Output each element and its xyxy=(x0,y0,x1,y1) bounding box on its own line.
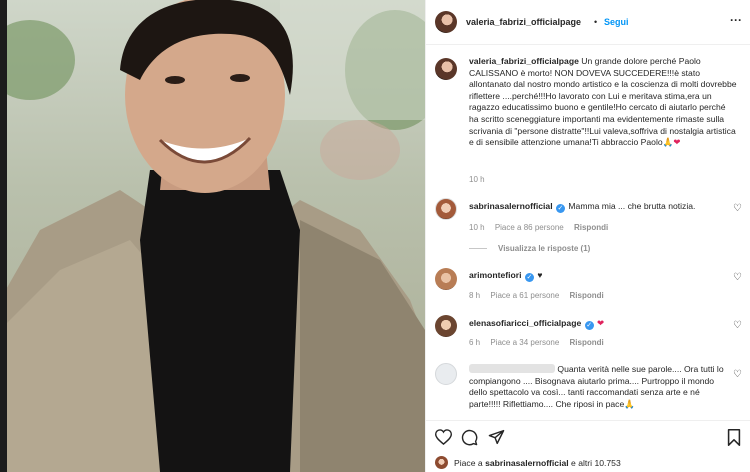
comment-icon[interactable] xyxy=(461,429,478,446)
reply-button[interactable]: Rispondi xyxy=(574,223,608,232)
reply-button[interactable]: Rispondi xyxy=(570,291,604,300)
caption-text: Un grande dolore perché Paolo CALISSANO … xyxy=(469,56,737,148)
comment-item: sabrinasalernofficial ✓ Mamma mia ... ch… xyxy=(469,201,719,213)
comment-avatar[interactable] xyxy=(435,363,457,385)
comment-heart-icon[interactable]: ♡ xyxy=(733,320,742,331)
comment-time[interactable]: 10 h xyxy=(469,223,485,232)
reply-button[interactable]: Rispondi xyxy=(570,338,604,347)
verified-badge-icon: ✓ xyxy=(555,204,565,213)
author-avatar[interactable] xyxy=(435,11,457,33)
verified-badge-icon: ✓ xyxy=(584,321,594,330)
comment-text: ♥ xyxy=(537,270,543,280)
instagram-post-modal: valeria_fabrizi_officialpage • Segui ···… xyxy=(0,0,750,472)
prayer-hands-icon: 🙏 xyxy=(662,137,674,148)
comment-heart-icon[interactable]: ♡ xyxy=(733,369,742,380)
comment-avatar[interactable] xyxy=(435,315,457,337)
likes-prefix: Piace a xyxy=(454,458,483,468)
post-side-panel: valeria_fabrizi_officialpage • Segui ···… xyxy=(425,0,750,472)
comment-username[interactable]: elenasofiaricci_officialpage xyxy=(469,318,581,328)
author-username[interactable]: valeria_fabrizi_officialpage xyxy=(466,17,581,27)
comment-item: arimontefiori ✓ ♥ xyxy=(469,270,719,282)
comment-time[interactable]: 6 h xyxy=(469,338,480,347)
comment-heart-icon[interactable]: ♡ xyxy=(733,272,742,283)
view-replies-button[interactable]: Visualizza le risposte (1) xyxy=(498,244,590,253)
red-heart-icon: ❤ xyxy=(597,318,605,328)
comment-avatar[interactable] xyxy=(435,268,457,290)
comment-likes[interactable]: Piace a 34 persone xyxy=(490,338,559,347)
more-options-icon[interactable]: ··· xyxy=(730,13,742,27)
comment-avatar[interactable] xyxy=(435,198,457,220)
heart-icon[interactable] xyxy=(435,429,452,445)
comment-time[interactable]: 8 h xyxy=(469,291,480,300)
share-icon[interactable] xyxy=(488,429,505,445)
liker-avatar[interactable] xyxy=(435,456,448,469)
likes-user[interactable]: sabrinasalernofficial xyxy=(485,458,569,468)
post-header: valeria_fabrizi_officialpage • Segui ··· xyxy=(426,0,750,45)
comment-meta: 6 h Piace a 34 persone Rispondi xyxy=(469,338,612,347)
comment-likes[interactable]: Piace a 86 persone xyxy=(495,223,564,232)
comment-item: Quanta verità nelle sue parole.... Ora t… xyxy=(469,364,731,410)
likes-summary: Piace a sabrinasalernofficial e altri 10… xyxy=(454,458,621,468)
comment-heart-icon[interactable]: ♡ xyxy=(733,203,742,214)
caption-time[interactable]: 10 h xyxy=(469,175,485,184)
verified-badge-icon: ✓ xyxy=(524,273,534,282)
comment-text: Mamma mia ... che brutta notizia. xyxy=(568,201,696,211)
post-caption: valeria_fabrizi_officialpage Un grande d… xyxy=(469,56,737,149)
comment-item: elenasofiaricci_officialpage ✓ ❤ xyxy=(469,318,719,330)
photo-edge xyxy=(0,0,7,472)
redacted-username xyxy=(469,364,555,373)
comment-username[interactable]: sabrinasalernofficial xyxy=(469,201,553,211)
prayer-hands-icon: 🙏 xyxy=(624,398,635,409)
comment-meta: 8 h Piace a 61 persone Rispondi xyxy=(469,291,612,300)
follow-button[interactable]: Segui xyxy=(604,17,629,27)
likes-suffix[interactable]: e altri 10.753 xyxy=(571,458,621,468)
caption-avatar[interactable] xyxy=(435,58,457,80)
post-action-bar: Piace a sabrinasalernofficial e altri 10… xyxy=(426,420,750,472)
bookmark-icon[interactable] xyxy=(727,429,741,446)
red-heart-icon: ❤ xyxy=(673,137,681,148)
comment-likes[interactable]: Piace a 61 persone xyxy=(490,291,559,300)
comment-username[interactable]: arimontefiori xyxy=(469,270,522,280)
caption-username[interactable]: valeria_fabrizi_officialpage xyxy=(469,56,579,66)
comment-meta: 10 h Piace a 86 persone Rispondi xyxy=(469,223,616,232)
post-photo[interactable] xyxy=(0,0,425,472)
header-separator: • xyxy=(594,17,598,27)
view-replies-line xyxy=(469,248,487,249)
portrait-illustration xyxy=(0,0,425,472)
